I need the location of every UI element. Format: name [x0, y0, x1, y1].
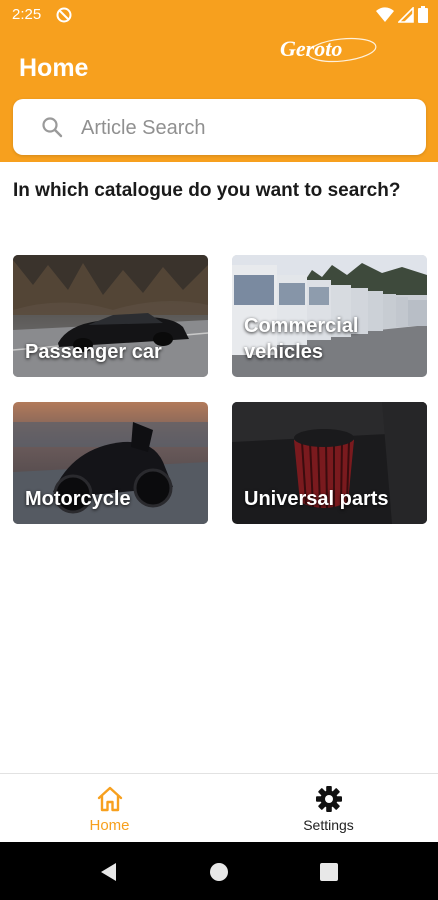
catalogue-label: Commercial vehicles: [244, 315, 359, 363]
page-title: Home: [19, 54, 89, 82]
nav-label-settings: Settings: [303, 817, 354, 833]
catalogue-tile-commercial-vehicles[interactable]: Commercial vehicles: [232, 255, 427, 377]
catalogue-label: Motorcycle: [25, 488, 131, 510]
status-time: 2:25: [12, 6, 42, 23]
catalogue-tile-motorcycle[interactable]: Motorcycle: [13, 402, 208, 524]
search-box[interactable]: [13, 99, 426, 155]
bottom-navigation: Home Settings: [0, 773, 438, 842]
back-icon[interactable]: [98, 861, 120, 883]
do-not-disturb-icon: [56, 7, 72, 23]
wifi-icon: [376, 6, 394, 22]
gear-icon: [316, 786, 342, 812]
status-icons: [376, 6, 428, 23]
signal-icon: [398, 6, 414, 23]
recents-icon[interactable]: [318, 861, 340, 883]
nav-item-settings[interactable]: Settings: [219, 774, 438, 842]
nav-item-home[interactable]: Home: [0, 774, 219, 842]
catalogue-question: In which catalogue do you want to search…: [13, 180, 401, 201]
battery-icon: [418, 6, 428, 23]
system-navigation-bar: [0, 842, 438, 900]
app-header: 2:25 Home Geroto: [0, 0, 438, 162]
catalogue-label: Passenger car: [25, 341, 162, 363]
nav-label-home: Home: [89, 817, 130, 834]
home-icon: [97, 786, 123, 812]
home-circle-icon[interactable]: [208, 861, 230, 883]
svg-text:Geroto: Geroto: [280, 36, 342, 61]
catalogue-tile-passenger-car[interactable]: Passenger car: [13, 255, 208, 377]
catalogue-tile-universal-parts[interactable]: Universal parts: [232, 402, 427, 524]
status-bar: 2:25: [0, 0, 438, 32]
search-icon: [42, 117, 63, 138]
brand-logo: Geroto: [280, 36, 377, 63]
catalogue-label: Universal parts: [244, 488, 389, 510]
search-input[interactable]: [79, 109, 413, 147]
